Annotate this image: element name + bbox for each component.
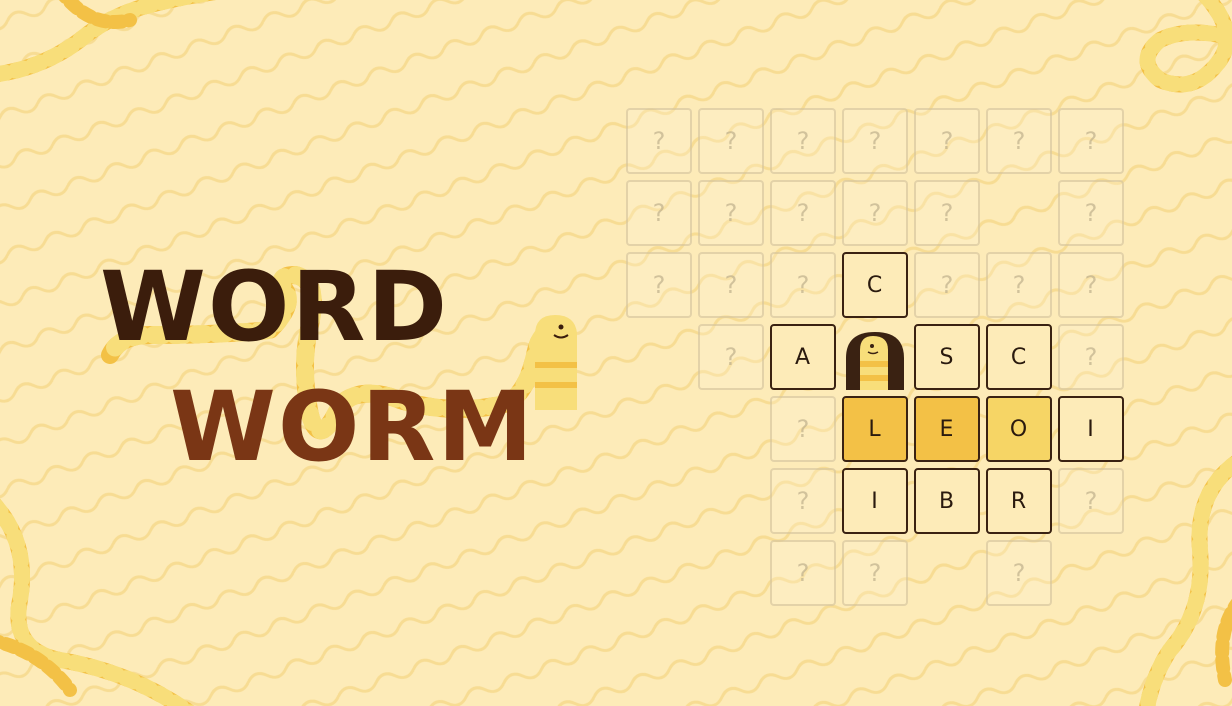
worm-head-tile <box>842 324 908 390</box>
letter-tile[interactable]: O <box>986 396 1052 462</box>
letter-tile[interactable]: L <box>842 396 908 462</box>
hidden-tile[interactable]: ? <box>626 252 692 318</box>
letter-tile[interactable]: C <box>842 252 908 318</box>
logo-worm-head <box>535 315 577 410</box>
hidden-tile[interactable]: ? <box>698 108 764 174</box>
hidden-tile[interactable]: ? <box>914 252 980 318</box>
hidden-tile[interactable]: ? <box>986 540 1052 606</box>
hidden-tile[interactable]: ? <box>770 396 836 462</box>
letter-tile[interactable]: I <box>842 468 908 534</box>
hidden-tile[interactable]: ? <box>626 108 692 174</box>
logo-word-line1: WORD <box>100 251 449 363</box>
hidden-tile[interactable]: ? <box>842 540 908 606</box>
hidden-tile[interactable]: ? <box>698 252 764 318</box>
letter-tile[interactable]: I <box>1058 396 1124 462</box>
hidden-tile[interactable]: ? <box>770 252 836 318</box>
hidden-tile[interactable]: ? <box>1058 324 1124 390</box>
hidden-tile[interactable]: ? <box>770 180 836 246</box>
logo-word-line2: WORM <box>170 371 535 483</box>
hidden-tile[interactable]: ? <box>986 108 1052 174</box>
hidden-tile[interactable]: ? <box>698 180 764 246</box>
letter-tile[interactable]: S <box>914 324 980 390</box>
hidden-tile[interactable]: ? <box>842 108 908 174</box>
letter-tile[interactable]: B <box>914 468 980 534</box>
hidden-tile[interactable]: ? <box>1058 180 1124 246</box>
hidden-tile[interactable]: ? <box>1058 252 1124 318</box>
hidden-tile[interactable]: ? <box>1058 108 1124 174</box>
hidden-tile[interactable]: ? <box>770 540 836 606</box>
hidden-tile[interactable]: ? <box>770 468 836 534</box>
letter-tile[interactable]: A <box>770 324 836 390</box>
hidden-tile[interactable]: ? <box>842 180 908 246</box>
hidden-tile[interactable]: ? <box>914 108 980 174</box>
hidden-tile[interactable]: ? <box>770 108 836 174</box>
letter-tile[interactable]: C <box>986 324 1052 390</box>
hidden-tile[interactable]: ? <box>986 252 1052 318</box>
hidden-tile[interactable]: ? <box>1058 468 1124 534</box>
letter-tile[interactable]: E <box>914 396 980 462</box>
hidden-tile[interactable]: ? <box>626 180 692 246</box>
hidden-tile[interactable]: ? <box>698 324 764 390</box>
game-logo: WORD WORM <box>80 235 640 495</box>
letter-tile[interactable]: R <box>986 468 1052 534</box>
hidden-tile[interactable]: ? <box>914 180 980 246</box>
game-board: ???????????????? C???? A S C?? L E O I? I B R???? <box>626 108 1130 616</box>
